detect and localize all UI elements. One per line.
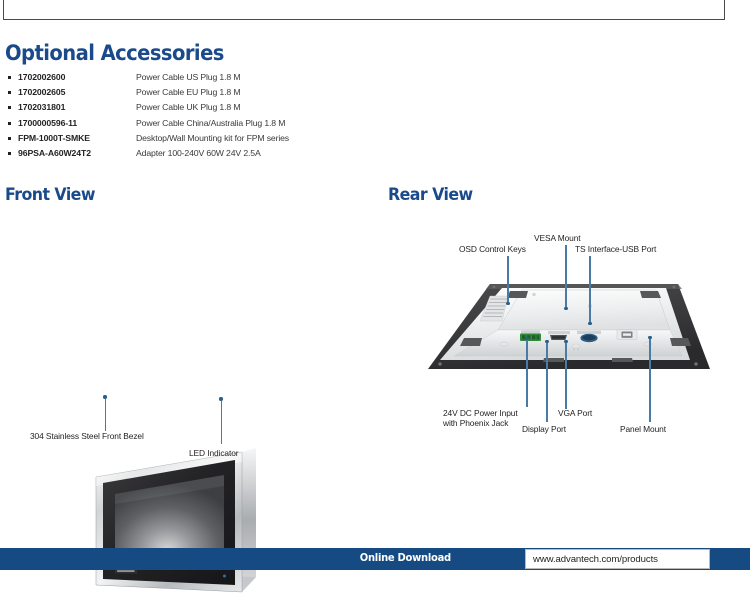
callout-label-ts-interface-usb-port: TS Interface-USB Port bbox=[575, 244, 657, 254]
accessory-part-number: FPM-1000T-SMKE bbox=[18, 132, 90, 143]
front-panel-monitor-image bbox=[95, 448, 256, 593]
online-download-url-text: www.advantech.com/products bbox=[533, 554, 658, 565]
accessory-part-number: 1702002600 bbox=[18, 72, 66, 82]
online-download-label: Online Download bbox=[359, 552, 451, 564]
bullet-icon bbox=[8, 151, 11, 155]
list-item: 96PSA-A60W24T2 Adapter 100-240V 60W 24V … bbox=[8, 146, 368, 161]
usb-port-connector bbox=[616, 329, 638, 340]
accessory-part-number: 1702031801 bbox=[18, 102, 66, 113]
bullet-icon bbox=[8, 106, 11, 110]
callout-line-panel-mount bbox=[649, 339, 651, 422]
callout-line-dc-power-input bbox=[526, 340, 528, 407]
callout-line-stainless-bezel bbox=[104, 399, 106, 431]
bullet-icon bbox=[8, 121, 11, 125]
rear-view-figure: OSD Control Keys VESA Mount TS Interface… bbox=[380, 215, 750, 465]
callout-line-vga-port bbox=[565, 343, 567, 409]
accessory-description: Power Cable China/Australia Plug 1.8 M bbox=[136, 117, 286, 128]
callout-dot-ts-interface-usb-port bbox=[588, 322, 592, 326]
callout-line-vesa-mount bbox=[565, 245, 567, 308]
callout-dot-vesa-mount bbox=[564, 307, 568, 311]
callout-line-led-indicator bbox=[220, 401, 222, 444]
list-item: 1702031801 Power Cable UK Plug 1.8 M bbox=[8, 100, 368, 115]
rear-panel-monitor-image bbox=[428, 284, 710, 369]
callout-label-led-indicator: LED Indicator bbox=[189, 448, 239, 458]
list-item: 1700000596-11 Power Cable China/Australi… bbox=[8, 116, 368, 131]
panel-cutout-spec-box: Panel Cutout Dimensions: 350 x 277 mm (1… bbox=[3, 0, 725, 20]
callout-dot-osd-control-keys bbox=[506, 302, 510, 306]
list-item: 1702002605 Power Cable EU Plug 1.8 M bbox=[8, 85, 368, 100]
accessory-description: Power Cable EU Plug 1.8 M bbox=[136, 87, 241, 98]
online-download-url-field[interactable]: www.advantech.com/products bbox=[525, 549, 710, 569]
callout-label-vesa-mount: VESA Mount bbox=[534, 233, 581, 243]
callout-line-display-port bbox=[546, 343, 548, 422]
accessory-description: Adapter 100-240V 60W 24V 2.5A bbox=[136, 147, 261, 158]
bullet-icon bbox=[8, 91, 11, 95]
accessory-part-number: 1702002605 bbox=[18, 87, 66, 98]
rear-view-heading: Rear View bbox=[388, 185, 473, 205]
list-item: FPM-1000T-SMKE Desktop/Wall Mounting kit… bbox=[8, 131, 368, 146]
optional-accessories-heading: Optional Accessories bbox=[5, 41, 224, 65]
accessory-part-number: 1700000596-11 bbox=[18, 117, 78, 128]
accessory-part-number: 96PSA-A60W24T2 bbox=[18, 147, 91, 158]
callout-label-display-port: Display Port bbox=[522, 424, 566, 434]
callout-label-dc-power-input-line2: with Phoenix Jack bbox=[443, 418, 509, 428]
accessory-description: Power Cable UK Plug 1.8 M bbox=[136, 102, 241, 113]
accessory-description: Power Cable US Plug 1.8 M bbox=[136, 72, 241, 82]
accessory-description: Desktop/Wall Mounting kit for FPM series bbox=[136, 132, 289, 143]
callout-line-osd-control-keys bbox=[507, 256, 509, 303]
callout-label-panel-mount: Panel Mount bbox=[620, 424, 666, 434]
list-item: 1702002600 Power Cable US Plug 1.8 M bbox=[8, 70, 368, 85]
bullet-icon bbox=[8, 136, 11, 140]
callout-label-vga-port: VGA Port bbox=[558, 408, 593, 418]
callout-label-stainless-bezel: 304 Stainless Steel Front Bezel bbox=[30, 431, 144, 441]
dc-power-phoenix-jack bbox=[520, 330, 541, 341]
callout-label-osd-control-keys: OSD Control Keys bbox=[459, 244, 526, 254]
front-view-heading: Front View bbox=[5, 185, 95, 205]
bullet-icon bbox=[8, 76, 11, 79]
optional-accessories-list: 1702002600 Power Cable US Plug 1.8 M 170… bbox=[8, 70, 368, 161]
callout-line-ts-interface-usb-port bbox=[589, 256, 591, 323]
front-view-figure: 304 Stainless Steel Front Bezel LED Indi… bbox=[0, 215, 380, 593]
